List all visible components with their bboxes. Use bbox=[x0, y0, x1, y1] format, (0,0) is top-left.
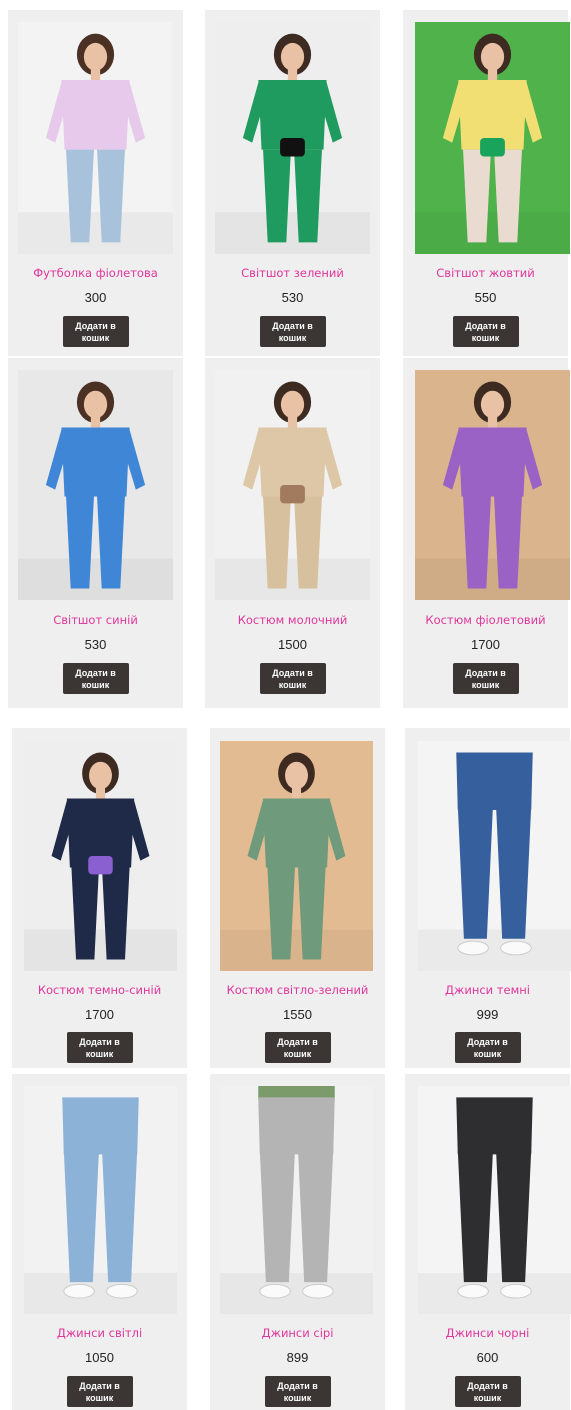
product-image[interactable] bbox=[18, 22, 173, 254]
product-image[interactable] bbox=[24, 1086, 177, 1314]
product-card[interactable]: Джинси сірі 899 Додати в кошик bbox=[210, 1074, 385, 1410]
product-image[interactable] bbox=[215, 22, 370, 254]
product-card[interactable]: Світшот жовтий 550 Додати в кошик bbox=[403, 10, 570, 356]
add-to-cart-button[interactable]: Додати в кошик bbox=[259, 663, 326, 694]
product-name[interactable]: Костюм молочний bbox=[205, 613, 380, 627]
add-to-cart-button[interactable]: Додати в кошик bbox=[259, 316, 326, 347]
product-name[interactable]: Костюм світло-зелений bbox=[210, 983, 385, 997]
product-card[interactable]: Футболка фіолетова 300 Додати в кошик bbox=[8, 10, 183, 356]
product-price: 1550 bbox=[283, 1007, 312, 1022]
product-price: 300 bbox=[84, 290, 107, 305]
product-price: 1700 bbox=[85, 1007, 114, 1022]
product-card[interactable]: Джинси темні 999 Додати в кошик bbox=[405, 728, 571, 1068]
add-to-cart-button[interactable]: Додати в кошик bbox=[454, 1376, 521, 1407]
product-name[interactable]: Костюм темно-синій bbox=[12, 983, 187, 997]
product-card[interactable]: Костюм молочний 1500 Додати в кошик bbox=[205, 358, 380, 708]
product-card[interactable]: Костюм фіолетовий 1700 Додати в кошик bbox=[403, 358, 570, 708]
product-card[interactable]: Джинси чорні 600 Додати в кошик bbox=[405, 1074, 571, 1410]
add-to-cart-button[interactable]: Додати в кошик bbox=[66, 1376, 133, 1407]
add-to-cart-button[interactable]: Додати в кошик bbox=[454, 1032, 521, 1063]
product-card[interactable]: Світшот синій 530 Додати в кошик bbox=[8, 358, 183, 708]
product-price: 899 bbox=[286, 1350, 309, 1365]
product-card[interactable]: Костюм світло-зелений 1550 Додати в кошик bbox=[210, 728, 385, 1068]
product-image[interactable] bbox=[418, 741, 571, 971]
product-name[interactable]: Джинси світлі bbox=[12, 1326, 187, 1340]
product-price: 1700 bbox=[471, 637, 500, 652]
product-name[interactable]: Костюм фіолетовий bbox=[403, 613, 568, 627]
product-card[interactable]: Джинси світлі 1050 Додати в кошик bbox=[12, 1074, 187, 1410]
product-name[interactable]: Світшот жовтий bbox=[403, 266, 568, 280]
product-name[interactable]: Футболка фіолетова bbox=[8, 266, 183, 280]
add-to-cart-button[interactable]: Додати в кошик bbox=[62, 316, 129, 347]
product-price: 1500 bbox=[278, 637, 307, 652]
product-image[interactable] bbox=[415, 370, 570, 600]
product-price: 1050 bbox=[85, 1350, 114, 1365]
product-price: 530 bbox=[281, 290, 304, 305]
product-price: 999 bbox=[476, 1007, 499, 1022]
product-image[interactable] bbox=[24, 741, 177, 971]
add-to-cart-button[interactable]: Додати в кошик bbox=[264, 1032, 331, 1063]
product-card[interactable]: Костюм темно-синій 1700 Додати в кошик bbox=[12, 728, 187, 1068]
product-price: 600 bbox=[476, 1350, 499, 1365]
add-to-cart-button[interactable]: Додати в кошик bbox=[264, 1376, 331, 1407]
add-to-cart-button[interactable]: Додати в кошик bbox=[452, 663, 519, 694]
product-image[interactable] bbox=[220, 741, 373, 971]
product-name[interactable]: Джинси темні bbox=[405, 983, 570, 997]
product-image[interactable] bbox=[415, 22, 570, 254]
product-card[interactable]: Світшот зелений 530 Додати в кошик bbox=[205, 10, 380, 356]
product-price: 530 bbox=[84, 637, 107, 652]
product-name[interactable]: Світшот зелений bbox=[205, 266, 380, 280]
product-price: 550 bbox=[474, 290, 497, 305]
product-name[interactable]: Джинси сірі bbox=[210, 1326, 385, 1340]
add-to-cart-button[interactable]: Додати в кошик bbox=[452, 316, 519, 347]
product-image[interactable] bbox=[18, 370, 173, 600]
add-to-cart-button[interactable]: Додати в кошик bbox=[62, 663, 129, 694]
product-image[interactable] bbox=[418, 1086, 571, 1314]
product-name[interactable]: Джинси чорні bbox=[405, 1326, 570, 1340]
product-image[interactable] bbox=[220, 1086, 373, 1314]
add-to-cart-button[interactable]: Додати в кошик bbox=[66, 1032, 133, 1063]
product-name[interactable]: Світшот синій bbox=[8, 613, 183, 627]
product-image[interactable] bbox=[215, 370, 370, 600]
